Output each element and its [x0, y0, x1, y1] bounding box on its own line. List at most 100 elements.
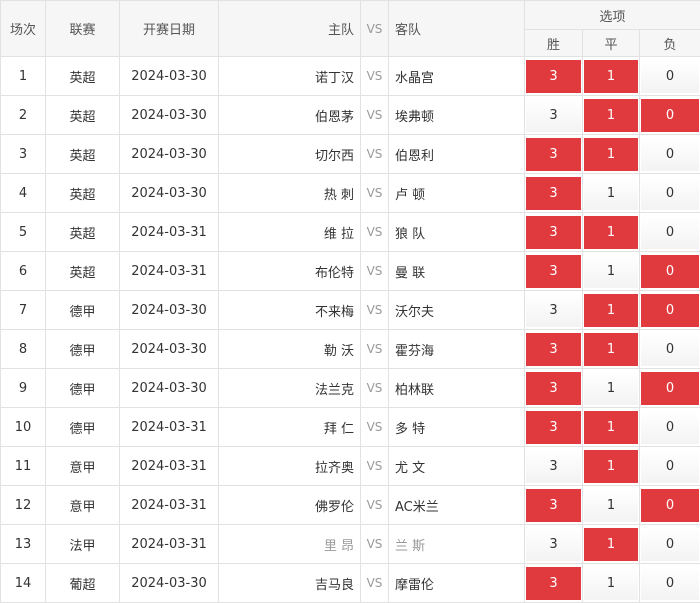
option-draw-button[interactable]: 1 — [584, 294, 638, 327]
match-number: 12 — [1, 486, 46, 525]
option-draw-button[interactable]: 1 — [584, 99, 638, 132]
away-team: 摩雷伦 — [389, 564, 525, 603]
league: 英超 — [46, 96, 120, 135]
option-lose-button[interactable]: 0 — [641, 528, 699, 561]
match-number: 9 — [1, 369, 46, 408]
option-lose-button[interactable]: 0 — [641, 177, 699, 210]
league: 德甲 — [46, 330, 120, 369]
header-options: 选项 — [525, 1, 700, 30]
option-draw-button[interactable]: 1 — [584, 60, 638, 93]
away-team: 多 特 — [389, 408, 525, 447]
option-draw-button[interactable]: 1 — [584, 255, 638, 288]
option-draw-button[interactable]: 1 — [584, 216, 638, 249]
vs-label: VS — [361, 330, 389, 369]
option-draw-button[interactable]: 1 — [584, 450, 638, 483]
home-team: 拜 仁 — [219, 408, 361, 447]
option-win-button[interactable]: 3 — [526, 567, 581, 600]
match-date: 2024-03-30 — [120, 330, 219, 369]
table-row: 5英超2024-03-31维 拉VS狼 队310 — [1, 213, 700, 252]
option-draw-button[interactable]: 1 — [584, 567, 638, 600]
match-date: 2024-03-30 — [120, 564, 219, 603]
option-win-button[interactable]: 3 — [526, 60, 581, 93]
table-row: 3英超2024-03-30切尔西VS伯恩利310 — [1, 135, 700, 174]
vs-label: VS — [361, 525, 389, 564]
vs-label: VS — [361, 252, 389, 291]
table-row: 2英超2024-03-30伯恩茅VS埃弗顿310 — [1, 96, 700, 135]
option-win-button[interactable]: 3 — [526, 372, 581, 405]
vs-label: VS — [361, 291, 389, 330]
vs-label: VS — [361, 486, 389, 525]
match-number: 2 — [1, 96, 46, 135]
option-win-button[interactable]: 3 — [526, 255, 581, 288]
away-team: 曼 联 — [389, 252, 525, 291]
option-win-button[interactable]: 3 — [526, 216, 581, 249]
league: 葡超 — [46, 564, 120, 603]
league: 英超 — [46, 174, 120, 213]
away-team: 柏林联 — [389, 369, 525, 408]
match-date: 2024-03-31 — [120, 447, 219, 486]
header-option-win: 胜 — [525, 30, 583, 57]
header-home: 主队 — [219, 1, 361, 57]
home-team: 诺丁汉 — [219, 57, 361, 96]
away-team: 伯恩利 — [389, 135, 525, 174]
option-win-button[interactable]: 3 — [526, 99, 581, 132]
option-draw-button[interactable]: 1 — [584, 333, 638, 366]
table-row: 12意甲2024-03-31佛罗伦VSAC米兰310 — [1, 486, 700, 525]
option-win-button[interactable]: 3 — [526, 177, 581, 210]
vs-label: VS — [361, 213, 389, 252]
table-row: 14葡超2024-03-30吉马良VS摩雷伦310 — [1, 564, 700, 603]
option-lose-button[interactable]: 0 — [641, 567, 699, 600]
home-team: 不来梅 — [219, 291, 361, 330]
option-lose-button[interactable]: 0 — [641, 411, 699, 444]
away-team: 卢 顿 — [389, 174, 525, 213]
match-number: 13 — [1, 525, 46, 564]
option-lose-button[interactable]: 0 — [641, 138, 699, 171]
match-rows: 1英超2024-03-30诺丁汉VS水晶宫3102英超2024-03-30伯恩茅… — [1, 57, 700, 603]
option-lose-button[interactable]: 0 — [641, 216, 699, 249]
option-lose-button[interactable]: 0 — [641, 255, 699, 288]
match-date: 2024-03-31 — [120, 486, 219, 525]
header-option-lose: 负 — [640, 30, 700, 57]
option-win-button[interactable]: 3 — [526, 411, 581, 444]
option-lose-button[interactable]: 0 — [641, 450, 699, 483]
option-lose-button[interactable]: 0 — [641, 60, 699, 93]
match-date: 2024-03-30 — [120, 174, 219, 213]
vs-label: VS — [361, 408, 389, 447]
header-date: 开赛日期 — [120, 1, 219, 57]
away-team: 兰 斯 — [389, 525, 525, 564]
option-lose-button[interactable]: 0 — [641, 99, 699, 132]
option-draw-button[interactable]: 1 — [584, 411, 638, 444]
option-win-button[interactable]: 3 — [526, 294, 581, 327]
option-lose-button[interactable]: 0 — [641, 294, 699, 327]
match-number: 14 — [1, 564, 46, 603]
option-win-button[interactable]: 3 — [526, 450, 581, 483]
option-lose-button[interactable]: 0 — [641, 372, 699, 405]
option-draw-button[interactable]: 1 — [584, 528, 638, 561]
league: 英超 — [46, 252, 120, 291]
option-win-button[interactable]: 3 — [526, 528, 581, 561]
option-lose-button[interactable]: 0 — [641, 489, 699, 522]
match-number: 4 — [1, 174, 46, 213]
option-win-button[interactable]: 3 — [526, 489, 581, 522]
match-number: 10 — [1, 408, 46, 447]
home-team: 法兰克 — [219, 369, 361, 408]
vs-label: VS — [361, 96, 389, 135]
match-date: 2024-03-30 — [120, 96, 219, 135]
away-team: 霍芬海 — [389, 330, 525, 369]
table-row: 10德甲2024-03-31拜 仁VS多 特310 — [1, 408, 700, 447]
option-draw-button[interactable]: 1 — [584, 138, 638, 171]
option-win-button[interactable]: 3 — [526, 333, 581, 366]
option-draw-button[interactable]: 1 — [584, 177, 638, 210]
option-win-button[interactable]: 3 — [526, 138, 581, 171]
vs-label: VS — [361, 564, 389, 603]
home-team: 勒 沃 — [219, 330, 361, 369]
home-team: 佛罗伦 — [219, 486, 361, 525]
option-draw-button[interactable]: 1 — [584, 372, 638, 405]
option-draw-button[interactable]: 1 — [584, 489, 638, 522]
table-row: 6英超2024-03-31布伦特VS曼 联310 — [1, 252, 700, 291]
table-row: 8德甲2024-03-30勒 沃VS霍芬海310 — [1, 330, 700, 369]
option-lose-button[interactable]: 0 — [641, 333, 699, 366]
table-row: 11意甲2024-03-31拉齐奥VS尤 文310 — [1, 447, 700, 486]
home-team: 维 拉 — [219, 213, 361, 252]
match-number: 3 — [1, 135, 46, 174]
